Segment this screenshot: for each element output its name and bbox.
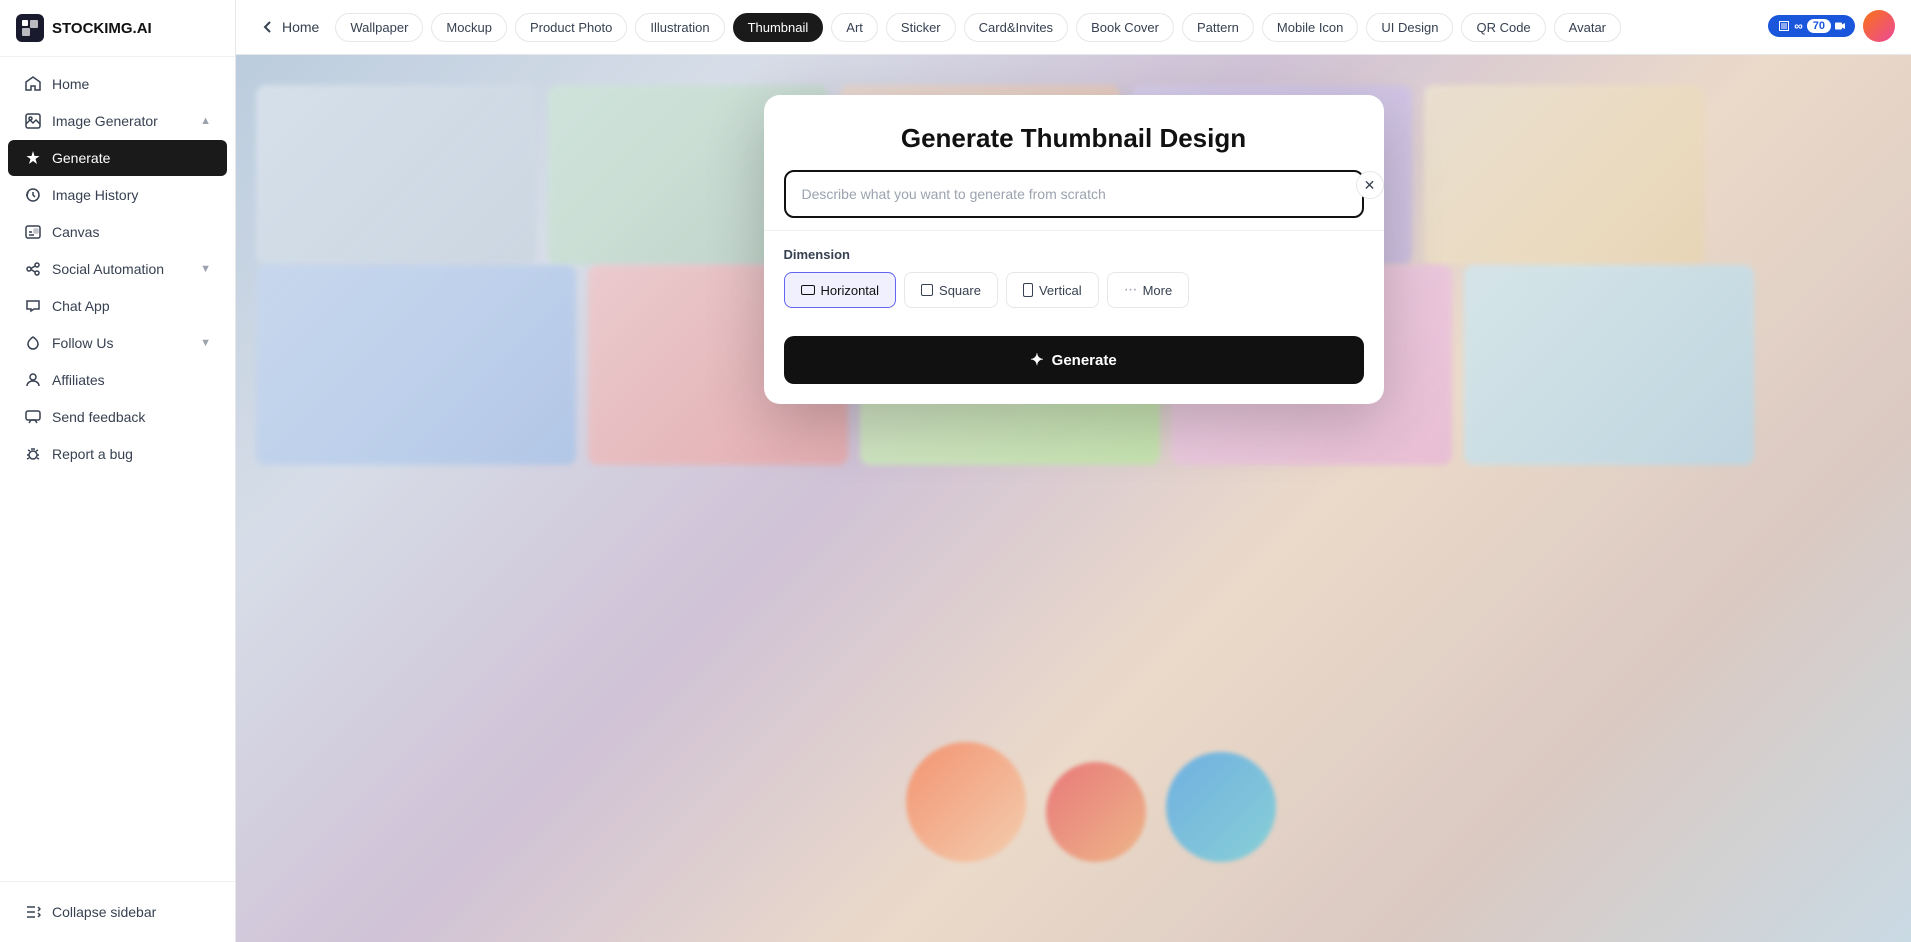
sidebar-label-social-automation: Social Automation	[52, 261, 164, 277]
generate-button[interactable]: ✦ Generate	[784, 336, 1364, 384]
prompt-input[interactable]	[784, 170, 1364, 218]
modal-input-area	[764, 170, 1384, 218]
vertical-icon	[1023, 283, 1033, 297]
sidebar: STOCKIMG.AI Home Image Generator ▲	[0, 0, 236, 942]
credits-count: 70	[1807, 19, 1831, 33]
generate-btn-label: Generate	[1052, 352, 1117, 369]
sidebar-item-image-history[interactable]: Image History	[8, 177, 227, 213]
dimension-vertical-button[interactable]: Vertical	[1006, 272, 1099, 308]
sidebar-label-generate: Generate	[52, 150, 110, 166]
sparkle-icon: ✦	[1030, 350, 1043, 370]
sidebar-item-home[interactable]: Home	[8, 66, 227, 102]
modal-title-area: Generate Thumbnail Design	[764, 95, 1384, 170]
sidebar-item-follow-us[interactable]: Follow Us ▼	[8, 325, 227, 361]
tab-mobile-icon[interactable]: Mobile Icon	[1262, 13, 1358, 42]
sidebar-label-image-history: Image History	[52, 187, 138, 203]
dimension-square-button[interactable]: Square	[904, 272, 998, 308]
collapse-sidebar-button[interactable]: Collapse sidebar	[8, 894, 227, 930]
tab-card-invites[interactable]: Card&Invites	[964, 13, 1068, 42]
tab-sticker[interactable]: Sticker	[886, 13, 956, 42]
more-dots-icon: ···	[1124, 281, 1137, 299]
dimension-more-label: More	[1143, 283, 1173, 298]
person-icon	[24, 371, 42, 389]
tabs-bar: Home Wallpaper Mockup Product Photo Illu…	[236, 0, 1911, 55]
chat-icon	[24, 297, 42, 315]
back-button[interactable]: Home	[252, 15, 327, 39]
sidebar-label-affiliates: Affiliates	[52, 372, 105, 388]
sidebar-item-send-feedback[interactable]: Send feedback	[8, 399, 227, 435]
tab-book-cover[interactable]: Book Cover	[1076, 13, 1174, 42]
credits-icon	[1778, 20, 1790, 32]
horizontal-icon	[801, 285, 815, 295]
modal-options: ✕ Dimension Horizontal Square	[764, 230, 1384, 324]
credits-label: ∞	[1794, 19, 1803, 33]
chevron-down-icon: ▼	[200, 263, 211, 275]
main-content: ∞ 70 Home Wallpaper Mockup Product Photo…	[236, 0, 1911, 942]
sidebar-label-home: Home	[52, 76, 89, 92]
follow-icon	[24, 334, 42, 352]
modal-backdrop: Generate Thumbnail Design ✕ Dimension Ho…	[236, 55, 1911, 942]
canvas-icon	[24, 223, 42, 241]
avatar[interactable]	[1863, 10, 1895, 42]
dimension-more-button[interactable]: ··· More	[1107, 272, 1190, 308]
social-icon	[24, 260, 42, 278]
app-logo[interactable]: STOCKIMG.AI	[0, 0, 235, 57]
close-button[interactable]: ✕	[1356, 171, 1384, 199]
collapse-label: Collapse sidebar	[52, 904, 156, 920]
feedback-icon	[24, 408, 42, 426]
sidebar-label-chat-app: Chat App	[52, 298, 110, 314]
content-area: Generate Thumbnail Design ✕ Dimension Ho…	[236, 55, 1911, 942]
modal-title: Generate Thumbnail Design	[792, 123, 1356, 154]
tab-pattern[interactable]: Pattern	[1182, 13, 1254, 42]
video-icon	[1835, 21, 1845, 31]
sidebar-label-follow-us: Follow Us	[52, 335, 113, 351]
sidebar-nav: Home Image Generator ▲ Generate	[0, 57, 235, 881]
dimension-label: Dimension	[784, 247, 1364, 262]
sidebar-item-image-generator[interactable]: Image Generator ▲	[8, 103, 227, 139]
credits-badge[interactable]: ∞ 70	[1768, 15, 1855, 37]
global-header: ∞ 70	[1752, 0, 1911, 52]
image-generator-icon	[24, 112, 42, 130]
sidebar-label-image-generator: Image Generator	[52, 113, 158, 129]
tab-illustration[interactable]: Illustration	[635, 13, 724, 42]
chevron-up-icon: ▲	[200, 115, 211, 127]
sidebar-label-send-feedback: Send feedback	[52, 409, 145, 425]
tab-avatar[interactable]: Avatar	[1554, 13, 1621, 42]
tab-product-photo[interactable]: Product Photo	[515, 13, 627, 42]
tab-wallpaper[interactable]: Wallpaper	[335, 13, 423, 42]
logo-icon	[16, 14, 44, 42]
dimension-vertical-label: Vertical	[1039, 283, 1082, 298]
tab-art[interactable]: Art	[831, 13, 878, 42]
sidebar-item-chat-app[interactable]: Chat App	[8, 288, 227, 324]
generate-modal: Generate Thumbnail Design ✕ Dimension Ho…	[764, 95, 1384, 404]
back-label: Home	[282, 19, 319, 35]
app-name: STOCKIMG.AI	[52, 20, 152, 37]
sidebar-item-canvas[interactable]: Canvas	[8, 214, 227, 250]
dimension-options: Horizontal Square Vertical	[784, 272, 1364, 308]
collapse-icon	[24, 903, 42, 921]
dimension-square-label: Square	[939, 283, 981, 298]
tab-ui-design[interactable]: UI Design	[1366, 13, 1453, 42]
chevron-down-icon-2: ▼	[200, 337, 211, 349]
sidebar-item-social-automation[interactable]: Social Automation ▼	[8, 251, 227, 287]
sidebar-label-canvas: Canvas	[52, 224, 99, 240]
generate-icon	[24, 149, 42, 167]
sidebar-item-generate[interactable]: Generate	[8, 140, 227, 176]
dimension-horizontal-button[interactable]: Horizontal	[784, 272, 897, 308]
sidebar-item-report-bug[interactable]: Report a bug	[8, 436, 227, 472]
history-icon	[24, 186, 42, 204]
sidebar-label-report-bug: Report a bug	[52, 446, 133, 462]
back-arrow-icon	[260, 19, 276, 35]
square-icon	[921, 284, 933, 296]
bug-icon	[24, 445, 42, 463]
tab-thumbnail[interactable]: Thumbnail	[733, 13, 824, 42]
home-icon	[24, 75, 42, 93]
tab-qr-code[interactable]: QR Code	[1461, 13, 1545, 42]
sidebar-footer: Collapse sidebar	[0, 881, 235, 942]
tab-mockup[interactable]: Mockup	[431, 13, 507, 42]
sidebar-item-affiliates[interactable]: Affiliates	[8, 362, 227, 398]
dimension-horizontal-label: Horizontal	[821, 283, 880, 298]
